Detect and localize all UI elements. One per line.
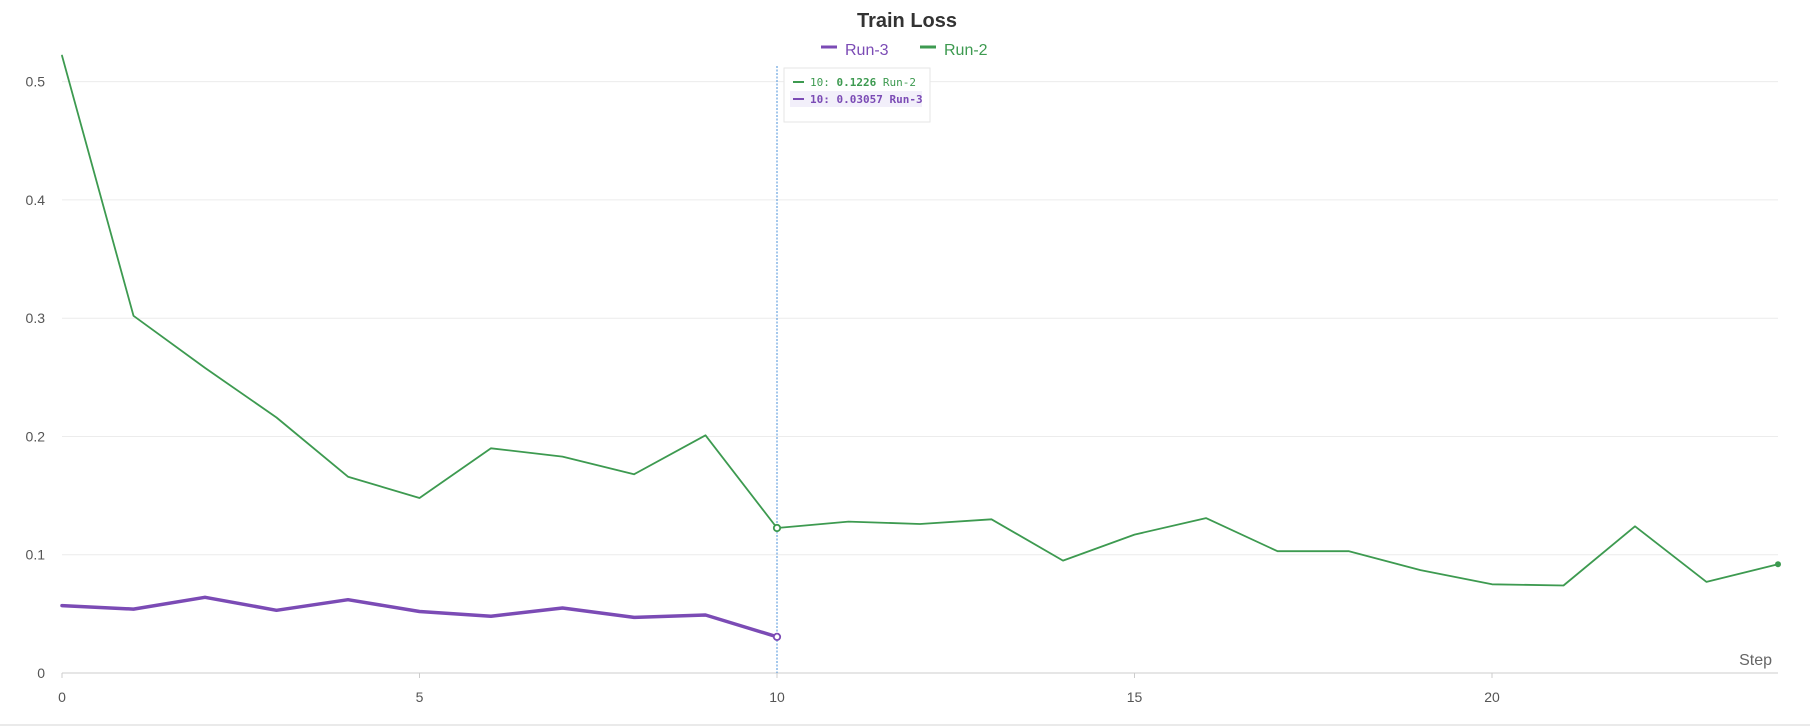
chart-panel: Train Loss Run-3 Run-2 0 0.1 0.2 0.3 0.4 0.5 0 5… xyxy=(0,0,1810,727)
y-tick-label: 0.4 xyxy=(26,192,46,208)
grid xyxy=(62,81,1778,556)
legend-item-run-3[interactable]: Run-3 xyxy=(821,42,889,59)
legend-label: Run-2 xyxy=(944,42,988,59)
x-tick-label: 5 xyxy=(416,689,424,705)
tooltip-step: 10: xyxy=(810,93,837,106)
series-line-run-2[interactable] xyxy=(61,54,1779,587)
tooltip-entry: 10: 0.03057 Run-3 xyxy=(810,93,923,106)
series-line-run-3[interactable] xyxy=(60,595,779,639)
tooltip-entry: 10: 0.1226 Run-2 xyxy=(810,76,916,89)
hover-point xyxy=(772,632,782,641)
legend-item-run-2[interactable]: Run-2 xyxy=(920,42,988,59)
tooltip-step: 10: xyxy=(810,76,837,89)
tooltip-value: 0.03057 xyxy=(837,93,883,106)
x-axis-label: Step xyxy=(1739,652,1772,669)
hover-layer: 10: 0.1226 Run-210: 0.03057 Run-3 xyxy=(772,66,931,673)
series-layer[interactable] xyxy=(60,54,1781,640)
x-tick-label: 10 xyxy=(769,689,785,705)
chart-title: Train Loss xyxy=(857,10,957,32)
hover-point xyxy=(772,523,782,533)
x-tick-label: 20 xyxy=(1484,689,1500,705)
y-tick-label: 0.1 xyxy=(26,547,46,563)
y-tick-label: 0.3 xyxy=(26,310,46,326)
x-tick-label: 15 xyxy=(1127,689,1143,705)
legend[interactable]: Run-3 Run-2 xyxy=(821,42,988,59)
tooltip-series: Run-3 xyxy=(883,93,923,106)
tooltip-value: 0.1226 xyxy=(837,76,877,89)
chart-svg: Train Loss Run-3 Run-2 0 0.1 0.2 0.3 0.4 0.5 0 5… xyxy=(0,10,1810,726)
axes: 0 0.1 0.2 0.3 0.4 0.5 0 5 10 15 20 xyxy=(0,74,1810,726)
legend-label: Run-3 xyxy=(845,42,889,59)
x-tick-label: 0 xyxy=(58,689,66,705)
y-tick-label: 0.5 xyxy=(26,74,46,90)
y-tick-label: 0 xyxy=(37,665,45,681)
y-tick-label: 0.2 xyxy=(26,428,46,444)
series-end-point xyxy=(1775,561,1781,568)
tooltip-series: Run-2 xyxy=(876,76,916,89)
